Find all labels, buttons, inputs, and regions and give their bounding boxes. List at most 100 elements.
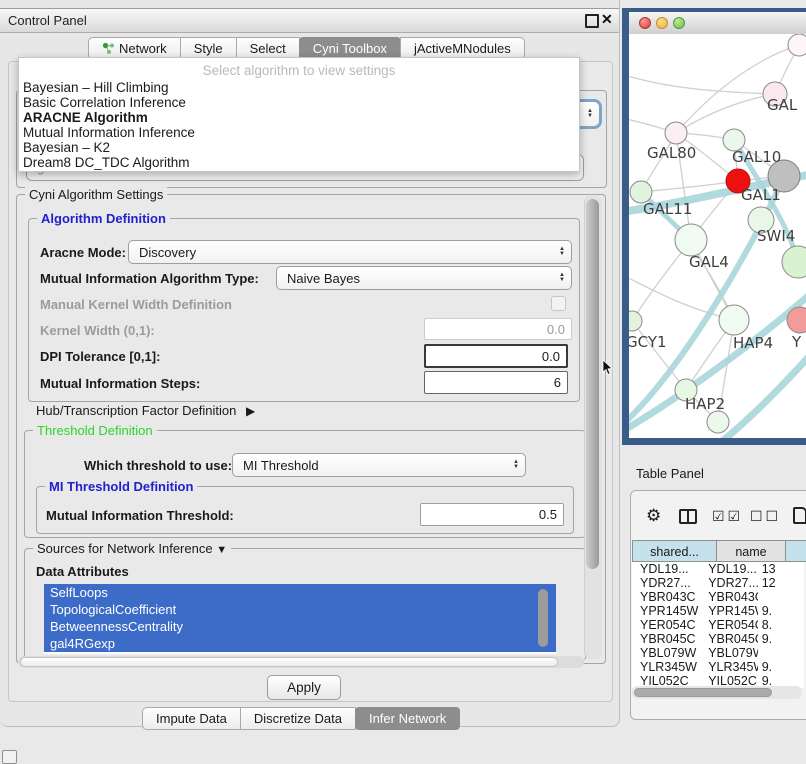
table-body: YDL19...YDL19...13YDR27...YDR27...12YBR0… xyxy=(632,562,804,688)
table-row[interactable]: YPR145WYPR145W9. xyxy=(632,604,804,618)
table-row[interactable]: YDR27...YDR27...12 xyxy=(632,576,804,590)
table-cell: YPR145W xyxy=(632,604,700,618)
table-row[interactable]: YER054CYER054C8. xyxy=(632,618,804,632)
network-node[interactable] xyxy=(665,122,687,144)
data-attributes-label: Data Attributes xyxy=(36,564,129,579)
tab-label: Network xyxy=(119,38,167,59)
mouse-cursor xyxy=(602,360,614,376)
float-window-icon[interactable] xyxy=(585,14,599,28)
combo-spinner-icon: ▲▼ xyxy=(553,247,571,257)
table-cell: YPR145W xyxy=(700,604,757,618)
mi-type-combo[interactable]: Naive Bayes ▲▼ xyxy=(276,266,572,290)
dropdown-item-bayesian-hill-climbing[interactable]: Bayesian – Hill Climbing xyxy=(19,80,579,95)
dropdown-item-basic-correlation-inference[interactable]: Basic Correlation Inference xyxy=(19,95,579,110)
settings-hscroll-thumb[interactable] xyxy=(20,657,558,667)
table-cell: YER054C xyxy=(700,618,757,632)
network-node[interactable] xyxy=(707,411,729,433)
apply-button[interactable]: Apply xyxy=(267,675,341,700)
table-cell: 13 xyxy=(758,562,804,576)
mi-type-label: Mutual Information Algorithm Type: xyxy=(40,271,259,286)
network-node-label: Y xyxy=(791,333,802,351)
mi-threshold-field[interactable]: 0.5 xyxy=(420,503,564,526)
table-row[interactable]: YBR043CYBR043C xyxy=(632,590,804,604)
dpi-tolerance-field[interactable]: 0.0 xyxy=(424,344,568,368)
threshold-definition-title: Threshold Definition xyxy=(33,423,157,438)
column-header-shared-[interactable]: shared... xyxy=(632,540,717,562)
dropdown-items: Bayesian – Hill ClimbingBasic Correlatio… xyxy=(19,80,579,170)
tab-label: jActiveMNodules xyxy=(414,38,511,59)
table-row[interactable]: YDL19...YDL19...13 xyxy=(632,562,804,576)
combo-spinner-icon: ▲▼ xyxy=(553,273,571,283)
table-cell: YBR045C xyxy=(700,632,757,646)
manual-kernel-label: Manual Kernel Width Definition xyxy=(40,297,232,312)
dropdown-item-aracne-algorithm[interactable]: ARACNE Algorithm xyxy=(19,110,579,125)
dropdown-item-dream8-dc-tdc-algorithm[interactable]: Dream8 DC_TDC Algorithm xyxy=(19,155,579,170)
which-threshold-label: Which threshold to use: xyxy=(84,458,232,473)
control-panel-titlebar[interactable]: Control Panel xyxy=(0,8,619,33)
network-edge-strong[interactable] xyxy=(721,352,806,438)
dpi-tolerance-label: DPI Tolerance [0,1]: xyxy=(40,349,160,364)
which-threshold-combo[interactable]: MI Threshold ▲▼ xyxy=(232,453,526,477)
tab-label: Style xyxy=(194,38,223,59)
tab-impute-data[interactable]: Impute Data xyxy=(142,707,241,730)
data-attributes-list[interactable]: SelfLoopsTopologicalCoefficientBetweenne… xyxy=(44,584,556,654)
network-node[interactable] xyxy=(782,246,806,278)
select-all-checks-icon[interactable]: ☑☑ xyxy=(712,508,743,525)
attribute-item-gal4rgexp[interactable]: gal4RGexp xyxy=(44,635,556,652)
network-node-label: HAP4 xyxy=(733,334,773,352)
tab-label: Discretize Data xyxy=(254,708,342,729)
manual-kernel-checkbox[interactable] xyxy=(551,296,566,311)
table-row[interactable]: YLR345WYLR345W9. xyxy=(632,660,804,674)
close-traffic-light[interactable] xyxy=(639,17,651,29)
hub-definition-toggle[interactable]: Hub/Transcription Factor Definition ▶ xyxy=(36,403,255,418)
deselect-all-checks-icon[interactable]: ☐☐ xyxy=(750,508,781,525)
attributes-list-scrollbar[interactable] xyxy=(538,589,548,647)
tab-label: Impute Data xyxy=(156,708,227,729)
minimize-traffic-light[interactable] xyxy=(656,17,668,29)
mi-threshold-label: Mutual Information Threshold: xyxy=(46,508,234,523)
table-cell: YBL079W xyxy=(700,646,757,660)
column-header-a[interactable]: A xyxy=(785,540,806,562)
network-node-label: GAL11 xyxy=(643,200,692,218)
which-threshold-value: MI Threshold xyxy=(233,458,507,473)
network-node-label: GAL xyxy=(767,96,798,114)
algorithm-definition-title: Algorithm Definition xyxy=(37,211,170,226)
network-edge[interactable] xyxy=(676,94,775,133)
network-view[interactable]: GALGAL80GAL10GAL1GAL11SWI4GAL4GCY1HAP4YH… xyxy=(629,34,806,438)
network-node[interactable] xyxy=(788,34,806,56)
tab-label: Infer Network xyxy=(369,708,446,729)
attribute-item-topologicalcoefficient[interactable]: TopologicalCoefficient xyxy=(44,601,556,618)
gear-icon[interactable]: ⚙ xyxy=(646,507,661,524)
settings-vscroll-thumb[interactable] xyxy=(586,199,599,569)
network-node-label: GAL1 xyxy=(741,186,781,204)
zoom-traffic-light[interactable] xyxy=(673,17,685,29)
collapse-down-icon[interactable]: ▼ xyxy=(216,544,227,556)
network-node-label: GAL10 xyxy=(732,148,781,166)
network-node[interactable] xyxy=(675,224,707,256)
column-header-name[interactable]: name xyxy=(716,540,786,562)
mi-steps-field[interactable]: 6 xyxy=(424,371,568,394)
network-node-label: GCY1 xyxy=(629,333,667,351)
tab-discretize-data[interactable]: Discretize Data xyxy=(240,707,356,730)
attribute-item-selfloops[interactable]: SelfLoops xyxy=(44,584,556,601)
attribute-item-betweennesscentrality[interactable]: BetweennessCentrality xyxy=(44,618,556,635)
network-node[interactable] xyxy=(719,305,749,335)
table-doc-icon[interactable] xyxy=(793,507,806,524)
table-hscroll-thumb[interactable] xyxy=(634,688,772,697)
table-row[interactable]: YBL079WYBL079W xyxy=(632,646,804,660)
close-window-icon[interactable]: ✕ xyxy=(601,14,613,24)
dropdown-item-mutual-information-inference[interactable]: Mutual Information Inference xyxy=(19,125,579,140)
tab-label: Cyni Toolbox xyxy=(313,38,387,59)
dropdown-item-bayesian-k2[interactable]: Bayesian – K2 xyxy=(19,140,579,155)
bottom-tabs: Impute Data Discretize Data Infer Network xyxy=(142,707,460,728)
network-node[interactable] xyxy=(629,311,642,331)
aracne-mode-combo[interactable]: Discovery ▲▼ xyxy=(128,240,572,264)
table-row[interactable]: YBR045CYBR045C9. xyxy=(632,632,804,646)
table-cell: 9. xyxy=(758,604,804,618)
network-node-label: GAL80 xyxy=(647,144,696,162)
columns-icon[interactable] xyxy=(679,509,697,524)
network-edge[interactable] xyxy=(629,74,775,94)
control-panel-tabs: NetworkStyleSelectCyni ToolboxjActiveMNo… xyxy=(88,37,525,58)
tab-infer-network[interactable]: Infer Network xyxy=(355,707,460,730)
kernel-width-field[interactable]: 0.0 xyxy=(424,318,572,340)
